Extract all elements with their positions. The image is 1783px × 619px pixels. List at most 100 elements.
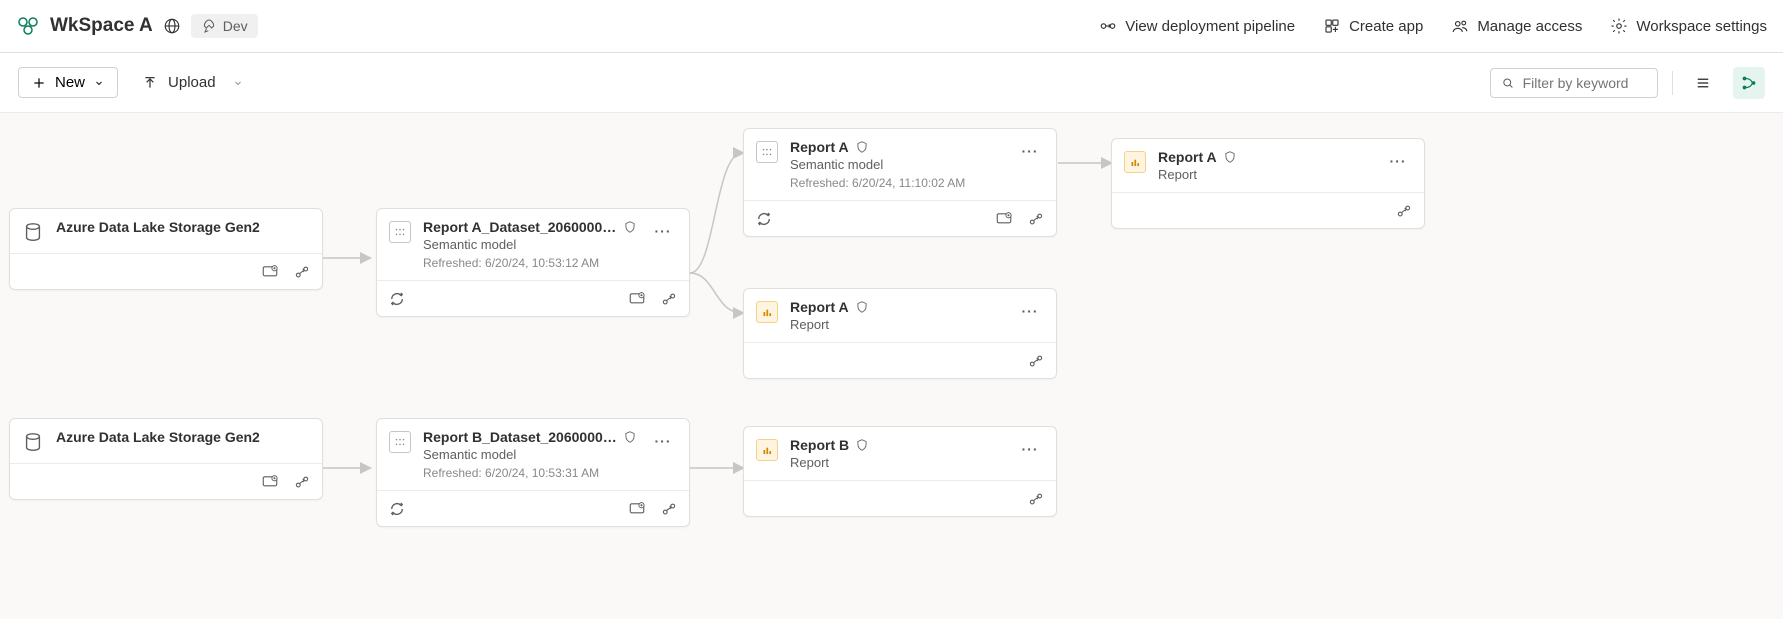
node-title: Azure Data Lake Storage Gen2 <box>56 429 310 445</box>
workspace-icon <box>16 14 40 38</box>
gateway-icon[interactable] <box>627 289 647 309</box>
node-title: Report B <box>790 437 849 453</box>
workspace-title: WkSpace A <box>50 15 153 37</box>
more-button[interactable]: ··· <box>1016 139 1044 159</box>
node-report-3[interactable]: Report B Report ··· <box>743 426 1057 517</box>
node-footer <box>377 490 689 526</box>
impact-icon[interactable] <box>659 289 679 309</box>
gateway-icon[interactable] <box>994 209 1014 229</box>
toolbar-left: New Upload <box>18 67 244 98</box>
globe-icon[interactable] <box>163 17 181 35</box>
node-report-1[interactable]: Report A Report ··· <box>743 288 1057 379</box>
report-icon <box>756 301 778 323</box>
impact-icon[interactable] <box>292 262 312 282</box>
database-icon <box>22 431 44 453</box>
node-subtitle: Semantic model <box>423 447 637 462</box>
node-meta: Refreshed: 6/20/24, 11:10:02 AM <box>790 176 1004 190</box>
more-button[interactable]: ··· <box>1016 299 1044 319</box>
shield-icon <box>623 220 637 234</box>
node-semantic-model-3[interactable]: Report B_Dataset_2060000_ae17... Semanti… <box>376 418 690 527</box>
node-footer <box>744 200 1056 236</box>
upload-button[interactable]: Upload <box>142 74 244 91</box>
new-button[interactable]: New <box>18 67 118 98</box>
env-label: Dev <box>223 18 248 34</box>
chevron-down-icon <box>232 77 244 89</box>
impact-icon[interactable] <box>1026 489 1046 509</box>
shield-icon <box>623 430 637 444</box>
manage-access-link[interactable]: Manage access <box>1451 17 1582 35</box>
node-subtitle: Report <box>1158 167 1372 182</box>
app-icon <box>1323 17 1341 35</box>
more-button[interactable]: ··· <box>649 219 677 239</box>
node-meta: Refreshed: 6/20/24, 10:53:31 AM <box>423 466 637 480</box>
node-footer <box>377 280 689 316</box>
node-footer <box>744 480 1056 516</box>
chevron-down-icon <box>93 77 105 89</box>
impact-icon[interactable] <box>292 472 312 492</box>
refresh-icon[interactable] <box>387 499 407 519</box>
shield-icon <box>855 140 869 154</box>
search-box[interactable] <box>1490 68 1658 98</box>
node-title: Report A_Dataset_2060000_2245... <box>423 219 617 235</box>
refresh-icon[interactable] <box>387 289 407 309</box>
semantic-model-icon <box>756 141 778 163</box>
lineage-view-button[interactable] <box>1733 67 1765 99</box>
separator <box>1672 71 1673 95</box>
gateway-icon[interactable] <box>260 472 280 492</box>
header: WkSpace A Dev View deployment pipeline C… <box>0 0 1783 53</box>
node-footer <box>10 253 322 289</box>
node-subtitle: Semantic model <box>423 237 637 252</box>
rocket-icon <box>201 18 217 34</box>
header-right: View deployment pipeline Create app Mana… <box>1099 17 1767 35</box>
shield-icon <box>1223 150 1237 164</box>
view-pipeline-link[interactable]: View deployment pipeline <box>1099 17 1295 35</box>
node-subtitle: Semantic model <box>790 157 1004 172</box>
semantic-model-icon <box>389 431 411 453</box>
node-report-2[interactable]: Report A Report ··· <box>1111 138 1425 229</box>
gateway-icon[interactable] <box>260 262 280 282</box>
workspace-settings-link[interactable]: Workspace settings <box>1610 17 1767 35</box>
list-view-button[interactable] <box>1687 67 1719 99</box>
semantic-model-icon <box>389 221 411 243</box>
gear-icon <box>1610 17 1628 35</box>
node-footer <box>10 463 322 499</box>
node-subtitle: Report <box>790 317 1004 332</box>
report-icon <box>1124 151 1146 173</box>
plus-icon <box>31 75 47 91</box>
node-subtitle: Report <box>790 455 1004 470</box>
node-title: Report B_Dataset_2060000_ae17... <box>423 429 617 445</box>
header-left: WkSpace A Dev <box>16 14 258 38</box>
toolbar-right <box>1490 67 1765 99</box>
impact-icon[interactable] <box>1394 201 1414 221</box>
impact-icon[interactable] <box>659 499 679 519</box>
more-button[interactable]: ··· <box>1016 437 1044 457</box>
search-input[interactable] <box>1523 75 1647 91</box>
shield-icon <box>855 300 869 314</box>
env-pill[interactable]: Dev <box>191 14 258 38</box>
create-app-link[interactable]: Create app <box>1323 17 1423 35</box>
more-button[interactable]: ··· <box>649 429 677 449</box>
node-semantic-model-2[interactable]: Report A Semantic model Refreshed: 6/20/… <box>743 128 1057 237</box>
impact-icon[interactable] <box>1026 351 1046 371</box>
more-button[interactable]: ··· <box>1384 149 1412 169</box>
lineage-canvas[interactable]: Azure Data Lake Storage Gen2 Azure Data … <box>0 113 1783 619</box>
node-datasource-2[interactable]: Azure Data Lake Storage Gen2 <box>9 418 323 500</box>
pipeline-icon <box>1099 17 1117 35</box>
refresh-icon[interactable] <box>754 209 774 229</box>
shield-icon <box>855 438 869 452</box>
gateway-icon[interactable] <box>627 499 647 519</box>
node-title: Report A <box>1158 149 1217 165</box>
node-datasource-1[interactable]: Azure Data Lake Storage Gen2 <box>9 208 323 290</box>
impact-icon[interactable] <box>1026 209 1046 229</box>
node-title: Report A <box>790 139 849 155</box>
people-icon <box>1451 17 1469 35</box>
upload-icon <box>142 75 158 91</box>
node-footer <box>744 342 1056 378</box>
search-icon <box>1501 75 1515 91</box>
node-semantic-model-1[interactable]: Report A_Dataset_2060000_2245... Semanti… <box>376 208 690 317</box>
node-meta: Refreshed: 6/20/24, 10:53:12 AM <box>423 256 637 270</box>
node-footer <box>1112 192 1424 228</box>
node-title: Report A <box>790 299 849 315</box>
toolbar: New Upload <box>0 53 1783 113</box>
database-icon <box>22 221 44 243</box>
